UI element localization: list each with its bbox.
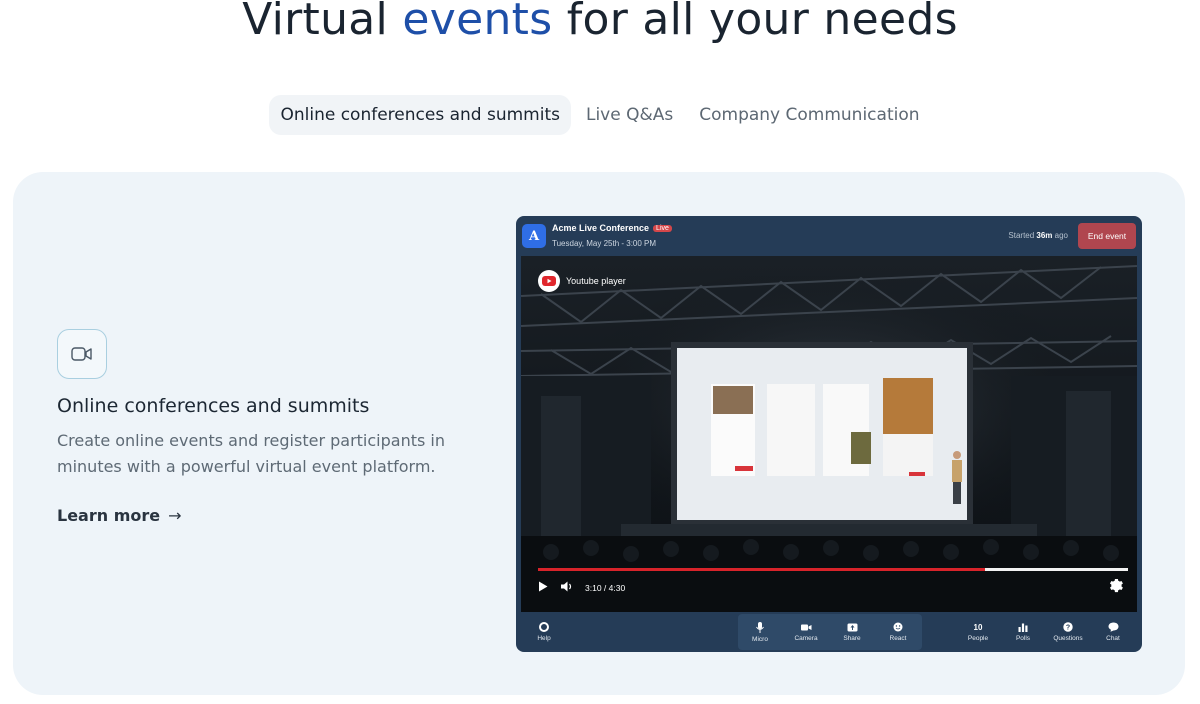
people-count: 10: [973, 622, 983, 632]
youtube-icon: [538, 270, 560, 292]
play-icon[interactable]: [538, 581, 548, 594]
end-event-button[interactable]: End event: [1078, 223, 1136, 249]
micro-label: Micro: [752, 635, 768, 643]
video-progress-fill: [538, 568, 986, 571]
headline-accent: events: [402, 0, 553, 45]
people-label: People: [967, 634, 989, 642]
started-value: 36m: [1036, 231, 1053, 240]
video-progress-bar[interactable]: [538, 568, 1128, 571]
youtube-player-chip: Youtube player: [538, 270, 626, 292]
started-prefix: Started: [1008, 231, 1037, 240]
polls-button[interactable]: Polls: [1003, 612, 1043, 652]
conference-stage-image: [521, 256, 1137, 612]
micro-button[interactable]: Micro: [740, 612, 780, 652]
react-label: React: [889, 635, 907, 642]
chat-label: Chat: [1106, 635, 1120, 642]
started-status: Started 36m ago: [1008, 231, 1068, 240]
help-button[interactable]: Help: [524, 612, 564, 652]
share-button[interactable]: Share: [832, 612, 872, 652]
learn-more-label: Learn more: [57, 506, 161, 525]
headline-part1: Virtual: [242, 0, 403, 45]
event-title: Acme Live Conference Live: [552, 223, 672, 233]
meeting-toolbar: Help Micro Camera Share React 10 People …: [516, 612, 1142, 652]
video-time: 3:10 / 4:30: [585, 582, 626, 593]
headline-part2: for all your needs: [552, 0, 958, 45]
chat-button[interactable]: Chat: [1093, 612, 1133, 652]
share-screen-icon: [847, 623, 857, 631]
emoji-icon: [893, 622, 903, 632]
chat-icon: [1108, 622, 1118, 632]
questions-button[interactable]: ? Questions: [1048, 612, 1088, 652]
use-case-tabs: Online conferences and summits Live Q&As…: [0, 95, 1200, 135]
question-icon: ?: [1063, 622, 1073, 632]
video-controls: 3:10 / 4:30: [538, 581, 625, 594]
polls-icon: [1018, 623, 1028, 632]
live-badge: Live: [653, 225, 672, 232]
started-suffix: ago: [1052, 231, 1068, 240]
video-camera-icon: [57, 329, 107, 379]
video-player[interactable]: Youtube player 3:10 / 4:30: [521, 256, 1137, 612]
volume-icon[interactable]: [560, 581, 573, 594]
learn-more-link[interactable]: Learn more →: [57, 506, 182, 525]
help-label: Help: [537, 635, 551, 642]
people-button[interactable]: 10 People: [958, 612, 998, 652]
arrow-right-icon: →: [168, 506, 182, 525]
camera-button[interactable]: Camera: [786, 612, 826, 652]
camera-icon: [800, 624, 811, 630]
app-logo: A: [522, 224, 546, 248]
help-icon: [539, 622, 549, 632]
tab-company-communication[interactable]: Company Communication: [688, 95, 930, 135]
microphone-icon: [756, 621, 764, 633]
tab-live-qas[interactable]: Live Q&As: [575, 95, 684, 135]
feature-description: Create online events and register partic…: [57, 431, 445, 476]
feature-title: Online conferences and summits: [57, 395, 370, 417]
app-header: A Acme Live Conference Live Tuesday, May …: [516, 216, 1142, 256]
share-label: Share: [843, 634, 861, 642]
event-title-text: Acme Live Conference: [552, 223, 650, 233]
page-headline: Virtual events for all your needs: [0, 0, 1200, 45]
react-button[interactable]: React: [878, 612, 918, 652]
settings-gear-icon[interactable]: [1108, 578, 1123, 598]
camera-label: Camera: [794, 634, 818, 642]
event-date: Tuesday, May 25th - 3:00 PM: [552, 239, 657, 248]
youtube-player-label: Youtube player: [566, 276, 626, 286]
questions-label: Questions: [1053, 635, 1083, 642]
polls-label: Polls: [1015, 634, 1031, 642]
event-app-preview: A Acme Live Conference Live Tuesday, May …: [516, 216, 1142, 652]
tab-online-conferences[interactable]: Online conferences and summits: [269, 95, 571, 135]
svg-text:?: ?: [1066, 625, 1070, 632]
